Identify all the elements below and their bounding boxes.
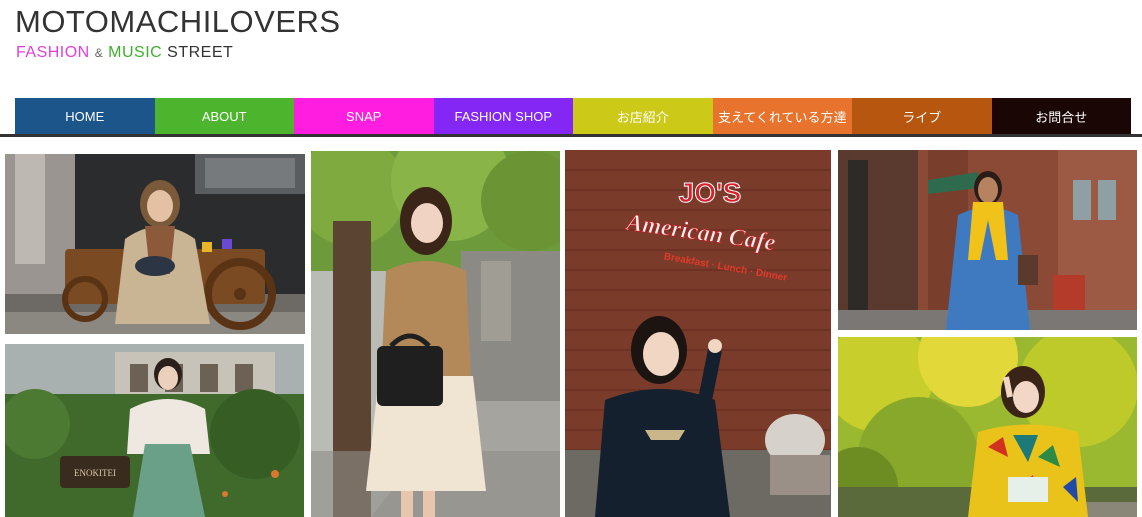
photo-ginkgo-woman[interactable] bbox=[838, 337, 1137, 517]
photo-tree-woman[interactable] bbox=[311, 151, 560, 517]
site-title[interactable]: MOTOMACHILOVERS bbox=[15, 4, 341, 40]
nav-supporters[interactable]: 支えてくれている方達 bbox=[712, 98, 852, 135]
nav-shops[interactable]: お店紹介 bbox=[573, 98, 713, 135]
tagline-street: STREET bbox=[167, 44, 234, 61]
nav-fashion-shop[interactable]: FASHION SHOP bbox=[433, 98, 573, 135]
nav-snap[interactable]: SNAP bbox=[294, 98, 434, 135]
main-nav: HOME ABOUT SNAP FASHION SHOP お店紹介 支えてくれて… bbox=[15, 98, 1131, 135]
tagline-fashion: FASHION bbox=[16, 44, 90, 61]
photo-bench-woman[interactable] bbox=[5, 154, 305, 334]
nav-about[interactable]: ABOUT bbox=[154, 98, 294, 135]
tagline-music: MUSIC bbox=[108, 44, 163, 61]
photo-yellow-scarf-woman[interactable] bbox=[838, 150, 1137, 330]
site-tagline: FASHION & MUSIC STREET bbox=[16, 44, 233, 62]
nav-divider bbox=[0, 134, 1142, 137]
nav-live[interactable]: ライブ bbox=[852, 98, 992, 135]
tagline-amp: & bbox=[94, 46, 104, 60]
photo-cafe-woman[interactable]: JO'S American Cafe Breakfast · Lunch · D… bbox=[565, 150, 831, 517]
nav-contact[interactable]: お問合せ bbox=[991, 98, 1131, 135]
cafe-sign-title: JO'S bbox=[679, 177, 742, 208]
nav-home[interactable]: HOME bbox=[15, 98, 155, 135]
enokitei-sign: ENOKITEI bbox=[74, 468, 116, 478]
photo-enokitei-woman[interactable]: ENOKITEI bbox=[5, 344, 304, 517]
